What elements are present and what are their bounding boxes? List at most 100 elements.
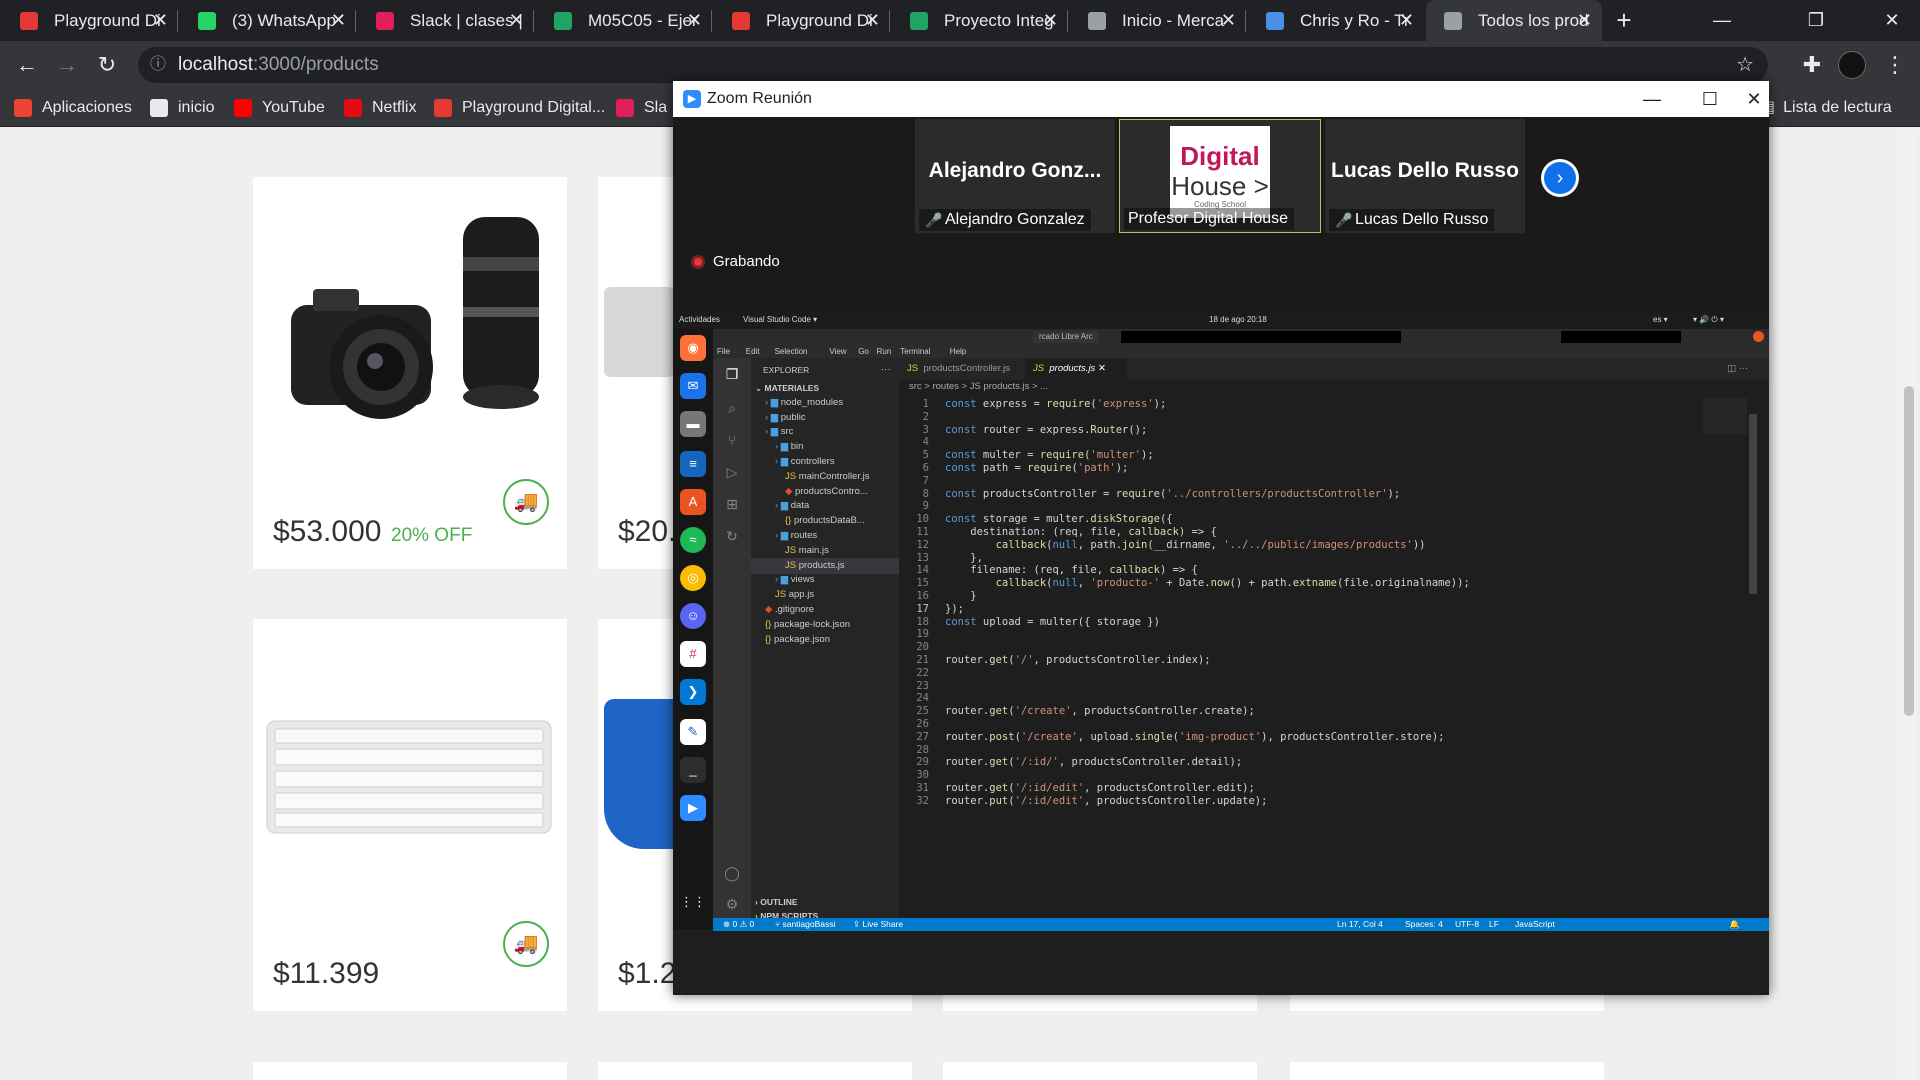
close-tab-icon[interactable]: ✕ <box>1043 0 1058 41</box>
files-icon[interactable]: ▬ <box>680 411 706 437</box>
extensions-icon[interactable]: ⊞ <box>722 494 742 514</box>
file-item[interactable]: JS main.js <box>785 543 829 559</box>
profile-avatar[interactable] <box>1838 51 1866 79</box>
file-item[interactable]: JS app.js <box>775 587 814 603</box>
bookmark-item[interactable]: Netflix <box>344 89 416 127</box>
minimap[interactable] <box>1703 398 1747 434</box>
folder-item[interactable]: › ▆ data <box>775 498 809 514</box>
line-ending-status[interactable]: LF <box>1489 918 1499 931</box>
explorer-files-icon[interactable]: ❐ <box>722 364 742 384</box>
participant-tile-active[interactable]: Digital House > Coding School Profesor D… <box>1119 119 1321 233</box>
close-tab-icon[interactable]: ✕ <box>865 0 880 41</box>
folder-item[interactable]: › ▆ routes <box>775 528 817 544</box>
live-share-icon[interactable]: ↻ <box>722 526 742 546</box>
zoom-maximize-icon[interactable]: ☐ <box>1681 81 1739 117</box>
zoom-close-icon[interactable]: ✕ <box>1739 81 1769 117</box>
notifications-bell-icon[interactable]: 🔔 <box>1729 918 1740 931</box>
slack-icon[interactable]: # <box>680 641 706 667</box>
folder-item[interactable]: ⌄ MATERIALES <box>755 380 819 396</box>
menu-run[interactable]: Run <box>877 345 892 358</box>
bookmark-item[interactable]: Aplicaciones <box>14 89 132 127</box>
browser-tab[interactable]: Chris y Ro - Tr ✕ <box>1248 0 1424 41</box>
page-scrollbar[interactable] <box>1902 130 1916 1080</box>
participant-tile[interactable]: Lucas Dello Russo 🎤 Lucas Dello Russo <box>1325 119 1525 233</box>
bookmark-star-icon[interactable]: ☆ <box>1736 47 1754 83</box>
folder-item[interactable]: › ▆ controllers <box>775 454 835 470</box>
file-item[interactable]: JS products.js <box>751 557 899 574</box>
text-editor-icon[interactable]: ✎ <box>680 719 706 745</box>
editor-scrollbar[interactable] <box>1749 414 1757 594</box>
product-card[interactable] <box>943 1062 1257 1080</box>
file-item[interactable]: ◆ .gitignore <box>765 602 814 618</box>
menu-file[interactable]: File <box>717 345 730 358</box>
menu-view[interactable]: View <box>829 345 846 358</box>
close-tab-icon[interactable]: ✕ <box>1221 0 1236 41</box>
chrome-icon[interactable]: ◎ <box>680 565 706 591</box>
git-branch-status[interactable]: ⑂ santiagoBassi <box>775 918 835 931</box>
next-page-button[interactable]: › <box>1541 159 1579 197</box>
bookmark-item[interactable]: inicio <box>150 89 214 127</box>
encoding-status[interactable]: UTF-8 <box>1455 918 1479 931</box>
product-card[interactable]: $11.399 🚚 <box>253 619 567 1011</box>
software-center-icon[interactable]: A <box>680 489 706 515</box>
discord-icon[interactable]: ☺ <box>680 603 706 629</box>
new-tab-button[interactable]: + <box>1608 0 1640 41</box>
code-editor[interactable]: 1 const express = require('express'); 2 3 co… <box>899 394 1759 918</box>
menu-help[interactable]: Help <box>950 345 966 358</box>
product-card[interactable]: $53.000 20% OFF 🚚 <box>253 177 567 569</box>
product-card[interactable] <box>598 1062 912 1080</box>
source-control-icon[interactable]: ⑂ <box>722 430 742 450</box>
file-item[interactable]: {} package-lock.json <box>765 617 850 633</box>
participant-tile[interactable]: Alejandro Gonz... 🎤 Alejandro Gonzalez <box>915 119 1115 233</box>
app-menu-label[interactable]: Visual Studio Code ▾ <box>743 311 817 329</box>
close-tab-icon[interactable]: ✕ <box>1577 0 1592 41</box>
browser-tab[interactable]: Playground Di ✕ <box>2 0 178 41</box>
show-apps-grid-icon[interactable]: ⋮⋮ <box>680 889 706 915</box>
terminal-icon[interactable]: _ <box>680 757 706 783</box>
split-editor-icon[interactable]: ◫ ··· <box>1719 358 1748 380</box>
bookmark-item[interactable]: YouTube <box>234 89 325 127</box>
zoom-minimize-icon[interactable]: — <box>1623 81 1681 117</box>
browser-tab[interactable]: Playground Di ✕ <box>714 0 890 41</box>
language-mode-status[interactable]: JavaScript <box>1515 918 1555 931</box>
forward-arrow-icon[interactable]: → <box>48 46 86 84</box>
browser-tab[interactable]: Proyecto Integ ✕ <box>892 0 1068 41</box>
zoom-app-icon[interactable]: ▶ <box>680 795 706 821</box>
menu-go[interactable]: Go <box>858 345 869 358</box>
more-menu-icon[interactable]: ⋮ <box>1876 46 1914 84</box>
browser-tab[interactable]: (3) WhatsApp ✕ <box>180 0 356 41</box>
menu-selection[interactable]: Selection <box>775 345 808 358</box>
browser-tab[interactable]: Todos los prod ✕ <box>1426 0 1602 41</box>
browser-tab[interactable]: Inicio - Merca ✕ <box>1070 0 1246 41</box>
vscode-icon[interactable]: ❯ <box>680 679 706 705</box>
product-card[interactable] <box>253 1062 567 1080</box>
site-info-icon[interactable]: ⓘ <box>150 47 166 83</box>
recording-indicator[interactable]: Grabando <box>691 253 780 270</box>
tab-products-js[interactable]: JS products.js ✕ <box>1025 358 1127 380</box>
problems-status[interactable]: ⊗ 0 ⚠ 0 <box>723 918 754 931</box>
firefox-icon[interactable]: ◉ <box>680 335 706 361</box>
explorer-more-icon[interactable]: ··· <box>881 362 891 378</box>
search-icon[interactable]: ⌕ <box>722 398 742 418</box>
tab-products-controller[interactable]: JS productsController.js <box>899 358 1025 380</box>
window-tab-label[interactable]: rcado Libre Arc <box>1033 331 1099 343</box>
reload-icon[interactable]: ↻ <box>88 46 126 84</box>
system-tray-icon[interactable]: ▾ 🔊 ⏻ ▾ <box>1693 311 1724 329</box>
folder-item[interactable]: › ▆ bin <box>775 439 803 455</box>
thunderbird-icon[interactable]: ✉ <box>680 373 706 399</box>
bookmark-item[interactable]: Playground Digital... <box>434 89 605 127</box>
restore-window-icon[interactable]: ❐ <box>1792 0 1840 41</box>
address-bar[interactable]: ⓘ localhost:3000/products ☆ <box>138 47 1768 83</box>
cursor-position-status[interactable]: Ln 17, Col 4 <box>1337 918 1383 931</box>
accounts-icon[interactable]: ◯ <box>722 863 742 883</box>
folder-item[interactable]: › ▆ node_modules <box>765 395 843 411</box>
file-item[interactable]: ◆ productsContro... <box>785 484 868 500</box>
folder-item[interactable]: › ▆ public <box>765 410 806 426</box>
spotify-icon[interactable]: ≈ <box>680 527 706 553</box>
browser-tab[interactable]: M05C05 - Ejer ✕ <box>536 0 712 41</box>
activities-label[interactable]: Actividades <box>679 311 720 329</box>
live-share-status[interactable]: ⇪ Live Share <box>853 918 903 931</box>
writer-icon[interactable]: ≡ <box>680 451 706 477</box>
file-item[interactable]: {} package.json <box>765 632 830 648</box>
clock-label[interactable]: 18 de ago 20:18 <box>1209 311 1267 329</box>
